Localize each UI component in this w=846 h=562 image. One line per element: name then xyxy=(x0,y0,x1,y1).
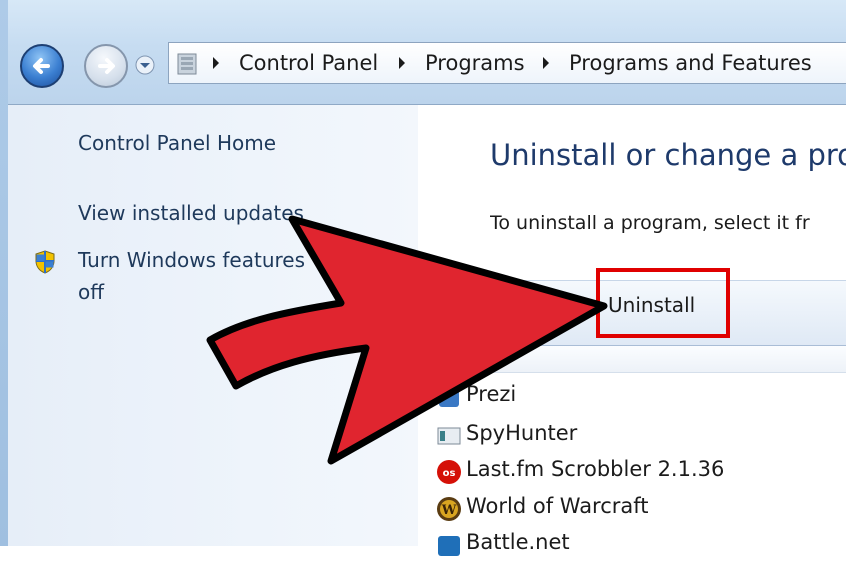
breadcrumb-programs-and-features[interactable]: Programs and Features xyxy=(569,51,812,75)
breadcrumb-arrow-icon[interactable] xyxy=(211,55,221,71)
task-pane xyxy=(8,105,418,546)
svg-text:os: os xyxy=(443,468,456,479)
warcraft-icon: W xyxy=(437,497,461,521)
program-list-item-lastfm[interactable]: os Last.fm Scrobbler 2.1.36 xyxy=(436,455,846,489)
view-installed-updates-link[interactable]: View installed updates xyxy=(78,201,304,225)
turn-windows-features-link[interactable]: Turn Windows features xyxy=(78,248,305,272)
control-panel-folder-icon xyxy=(177,53,197,75)
svg-text:W: W xyxy=(441,503,457,518)
program-name: Last.fm Scrobbler 2.1.36 xyxy=(466,457,725,481)
back-button[interactable] xyxy=(20,44,64,88)
program-list-item-battlenet[interactable]: Battle.net xyxy=(436,528,846,562)
program-name: Prezi xyxy=(466,382,517,406)
breadcrumb-programs[interactable]: Programs xyxy=(425,51,525,75)
page-title: Uninstall or change a prog xyxy=(490,138,846,172)
control-panel-home-link[interactable]: Control Panel Home xyxy=(78,131,276,155)
program-name: SpyHunter xyxy=(466,421,578,445)
window-frame-left xyxy=(0,0,8,546)
back-arrow-icon xyxy=(33,58,50,74)
forward-arrow-icon xyxy=(98,58,115,74)
program-name: Battle.net xyxy=(466,530,570,554)
battlenet-icon xyxy=(438,536,460,556)
breadcrumb-control-panel[interactable]: Control Panel xyxy=(239,51,378,75)
breadcrumb-arrow-icon[interactable] xyxy=(541,55,551,71)
page-instructions: To uninstall a program, select it fr xyxy=(490,212,810,234)
forward-button[interactable] xyxy=(84,44,128,88)
prezi-icon xyxy=(439,387,459,407)
program-name: World of Warcraft xyxy=(466,494,649,518)
uac-shield-icon xyxy=(35,250,55,274)
program-list-item-spyhunter[interactable]: SpyHunter xyxy=(436,419,846,453)
spyhunter-icon xyxy=(437,427,461,445)
lastfm-icon: os xyxy=(437,460,461,484)
uninstall-button-highlight[interactable] xyxy=(596,268,730,338)
turn-windows-features-link-continued[interactable]: off xyxy=(78,280,104,304)
recent-pages-dropdown-icon[interactable] xyxy=(134,54,156,76)
program-list-header xyxy=(418,346,846,373)
program-list-item-prezi[interactable]: Prezi xyxy=(436,380,846,414)
breadcrumb-arrow-icon[interactable] xyxy=(397,55,407,71)
program-list-item-warcraft[interactable]: W World of Warcraft xyxy=(436,492,846,526)
address-bar[interactable]: Control Panel Programs Programs and Feat… xyxy=(168,42,846,84)
